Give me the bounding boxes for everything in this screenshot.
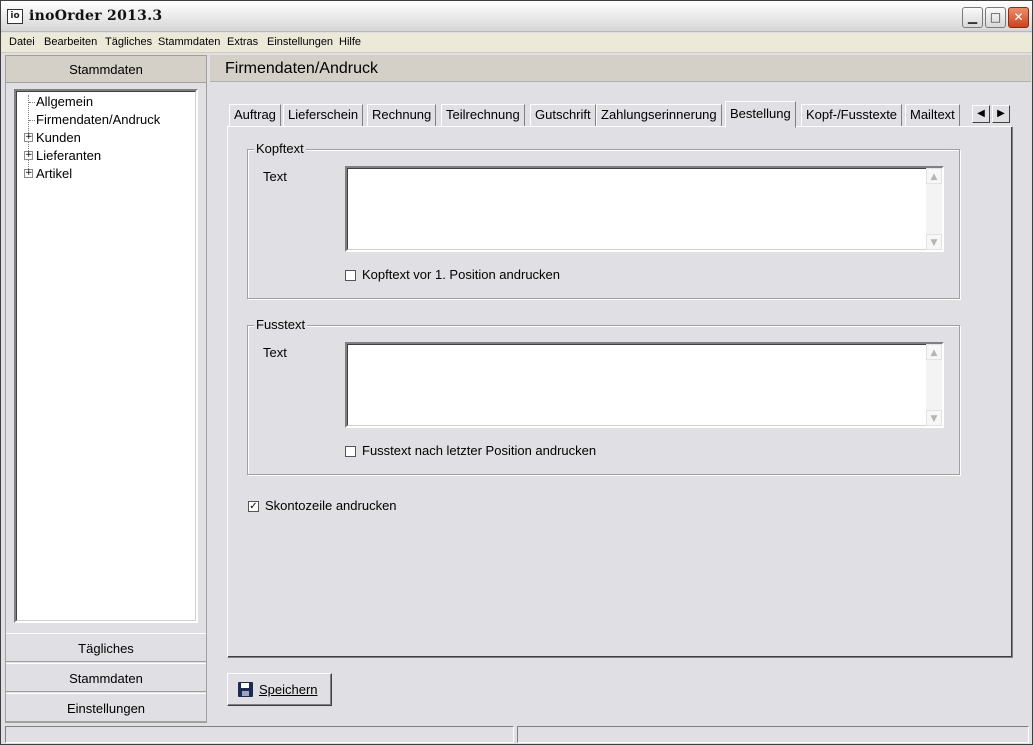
tab-scroll-right-button[interactable]: ▶: [992, 105, 1010, 123]
tab-lieferschein[interactable]: Lieferschein: [283, 104, 364, 127]
kopftext-text-label: Text: [263, 169, 287, 184]
menu-einstellungen[interactable]: Einstellungen: [267, 36, 333, 48]
fusstext-textarea[interactable]: ▲ ▼: [345, 342, 944, 428]
save-button-label: Speichern: [259, 682, 318, 697]
group-legend-kopftext: Kopftext: [254, 141, 306, 156]
minimize-icon: ▁: [967, 10, 978, 24]
tab-kopf-fusstexte[interactable]: Kopf-/Fusstexte: [801, 104, 903, 127]
tree-item-kunden[interactable]: Kunden: [36, 130, 81, 145]
textarea-frame: [347, 344, 942, 426]
navigation-tree[interactable]: Allgemein Firmendaten/Andruck + Kunden +…: [14, 89, 198, 623]
menu-taegliches[interactable]: Tägliches: [105, 36, 152, 48]
page-title: Firmendaten/Andruck: [210, 55, 1031, 82]
group-fusstext: Fusstext Text ▲ ▼ Fusstext nach letzter …: [247, 317, 960, 475]
fusstext-text-label: Text: [263, 345, 287, 360]
nav-button-taegliches[interactable]: Tägliches: [6, 633, 206, 662]
scroll-up-icon[interactable]: ▲: [926, 344, 942, 360]
tree-connector: [29, 102, 35, 103]
menu-bar: Datei Bearbeiten Tägliches Stammdaten Ex…: [1, 33, 1032, 53]
scroll-up-icon[interactable]: ▲: [926, 168, 942, 184]
close-button[interactable]: ✕: [1008, 7, 1029, 28]
tab-teilrechnung[interactable]: Teilrechnung: [441, 104, 525, 127]
group-legend-fusstext: Fusstext: [254, 317, 308, 332]
status-pane-left: [5, 726, 514, 743]
menu-hilfe[interactable]: Hilfe: [339, 36, 361, 48]
scroll-down-icon[interactable]: ▼: [926, 234, 942, 250]
menu-bearbeiten[interactable]: Bearbeiten: [44, 36, 97, 48]
app-icon: io: [7, 9, 23, 24]
tab-panel-bestellung: Kopftext Text ▲ ▼ Kopftext vor 1. Positi…: [227, 126, 1013, 658]
status-pane-right: [517, 726, 1029, 743]
window-title: inoOrder 2013.3: [29, 8, 163, 24]
expand-icon[interactable]: +: [24, 169, 33, 178]
expand-icon[interactable]: +: [24, 133, 33, 142]
panel-header[interactable]: Stammdaten: [6, 56, 206, 83]
navigation-panel: Stammdaten Allgemein Firmendaten/Andruck…: [5, 55, 207, 723]
nav-button-einstellungen[interactable]: Einstellungen: [6, 693, 206, 722]
skonto-checkbox[interactable]: ✓: [248, 501, 259, 512]
title-bar[interactable]: io inoOrder 2013.3 ▁ □ ✕: [1, 1, 1032, 32]
floppy-disk-icon: [238, 682, 253, 697]
menu-extras[interactable]: Extras: [227, 36, 258, 48]
expand-icon[interactable]: +: [24, 151, 33, 160]
tab-rechnung[interactable]: Rechnung: [367, 104, 437, 127]
vertical-scrollbar[interactable]: ▲ ▼: [926, 168, 942, 250]
arrow-right-icon: ▶: [997, 108, 1005, 119]
kopftext-checkbox[interactable]: [345, 270, 356, 281]
skonto-checkbox-label[interactable]: Skontozeile andrucken: [265, 498, 397, 513]
status-bar: [1, 724, 1032, 744]
maximize-icon: □: [989, 10, 1002, 24]
scroll-down-icon[interactable]: ▼: [926, 410, 942, 426]
kopftext-textarea[interactable]: ▲ ▼: [345, 166, 944, 252]
minimize-button[interactable]: ▁: [962, 7, 983, 28]
nav-button-stammdaten[interactable]: Stammdaten: [6, 663, 206, 692]
checkmark-icon: ✓: [249, 501, 258, 512]
close-icon: ✕: [1013, 10, 1024, 24]
tab-bestellung[interactable]: Bestellung: [725, 101, 796, 128]
tree-item-artikel[interactable]: Artikel: [36, 166, 72, 181]
textarea-frame: [347, 168, 942, 250]
maximize-button[interactable]: □: [985, 7, 1006, 28]
menu-stammdaten[interactable]: Stammdaten: [158, 36, 220, 48]
kopftext-checkbox-label[interactable]: Kopftext vor 1. Position andrucken: [362, 267, 560, 282]
fusstext-checkbox-label[interactable]: Fusstext nach letzter Position andrucken: [362, 443, 596, 458]
tab-gutschrift[interactable]: Gutschrift: [530, 104, 596, 127]
vertical-scrollbar[interactable]: ▲ ▼: [926, 344, 942, 426]
tab-auftrag[interactable]: Auftrag: [229, 104, 281, 127]
tab-mailtext[interactable]: Mailtext: [905, 104, 960, 127]
group-kopftext: Kopftext Text ▲ ▼ Kopftext vor 1. Positi…: [247, 141, 960, 299]
tree-item-lieferanten[interactable]: Lieferanten: [36, 148, 101, 163]
tab-scroll-left-button[interactable]: ◀: [972, 105, 990, 123]
tree-connector: [29, 120, 35, 121]
save-button[interactable]: Speichern: [227, 673, 332, 706]
menu-datei[interactable]: Datei: [9, 36, 35, 48]
app-window: io inoOrder 2013.3 ▁ □ ✕ Datei Bearbeite…: [0, 0, 1033, 745]
arrow-left-icon: ◀: [977, 108, 985, 119]
tree-item-firmendaten[interactable]: Firmendaten/Andruck: [36, 112, 160, 127]
tree-item-allgemein[interactable]: Allgemein: [36, 94, 93, 109]
tab-zahlungserinnerung[interactable]: Zahlungserinnerung: [596, 104, 722, 127]
fusstext-checkbox[interactable]: [345, 446, 356, 457]
